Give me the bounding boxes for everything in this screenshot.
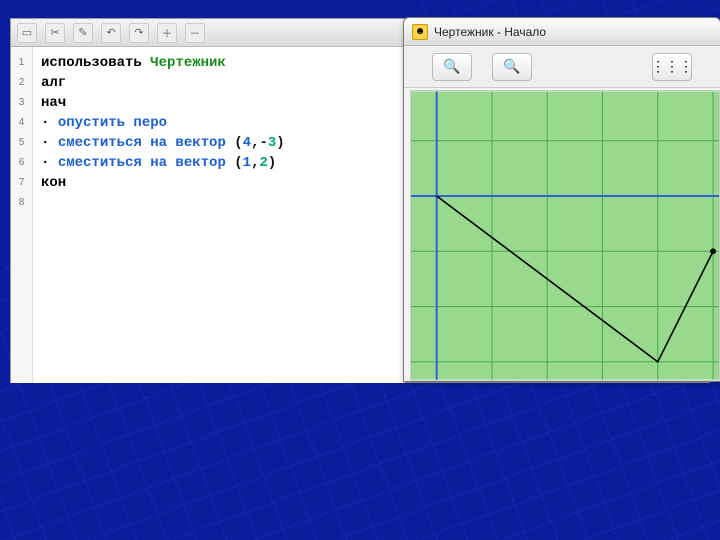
titlebar[interactable]: ☻ Чертежник - Начало xyxy=(404,18,720,46)
code-token: ( xyxy=(234,135,242,151)
code-token: Чертежник xyxy=(150,55,226,71)
code-token: ( xyxy=(234,155,242,171)
grid-dots-icon: ⋮⋮⋮ xyxy=(651,58,693,75)
code-token: опустить перо xyxy=(58,115,167,131)
code-token: кон xyxy=(41,175,66,191)
code-line[interactable]: · сместиться на вектор (1,2) xyxy=(41,153,397,173)
code-token: сместиться на вектор xyxy=(58,135,234,151)
code-line[interactable]: · сместиться на вектор (4,-3) xyxy=(41,133,397,153)
code-token: сместиться на вектор xyxy=(58,155,234,171)
code-line[interactable] xyxy=(41,193,397,213)
line-number: 7 xyxy=(11,173,32,193)
drawing-grid xyxy=(411,91,719,380)
code-line[interactable]: нач xyxy=(41,93,397,113)
code-token: ,- xyxy=(251,135,268,151)
line-gutter: 12345678 xyxy=(11,47,33,383)
line-number: 8 xyxy=(11,193,32,213)
cut-icon[interactable]: ✂ xyxy=(45,23,65,43)
code-token: ) xyxy=(268,155,276,171)
undo-icon[interactable]: ↶ xyxy=(101,23,121,43)
window-title: Чертежник - Начало xyxy=(434,25,546,39)
code-token: 4 xyxy=(243,135,251,151)
code-token: · xyxy=(41,135,58,151)
zoomin-icon[interactable]: ＋ xyxy=(157,23,177,43)
code-token: ) xyxy=(276,135,284,151)
canvas[interactable] xyxy=(410,90,720,381)
line-number: 4 xyxy=(11,113,32,133)
line-number: 5 xyxy=(11,133,32,153)
code-token: · xyxy=(41,155,58,171)
code-line[interactable]: · опустить перо xyxy=(41,113,397,133)
code-line[interactable]: использовать Чертежник xyxy=(41,53,397,73)
code-area[interactable]: использовать Чертежник алг нач · опустить п… xyxy=(33,47,405,383)
zoom-in-button[interactable]: 🔍 xyxy=(432,53,472,81)
code-token: использовать xyxy=(41,55,150,71)
grid-button[interactable]: ⋮⋮⋮ xyxy=(652,53,692,81)
redo-icon[interactable]: ↷ xyxy=(129,23,149,43)
code-editor[interactable]: 12345678 использовать Чертежникалгнач· о… xyxy=(11,47,406,383)
new-icon[interactable]: ▭ xyxy=(17,23,37,43)
code-line[interactable]: алг xyxy=(41,73,397,93)
line-number: 2 xyxy=(11,73,32,93)
zoom-out-button[interactable]: 🔍 xyxy=(492,53,532,81)
line-number: 6 xyxy=(11,153,32,173)
magnifier-minus-icon: 🔍 xyxy=(503,58,520,75)
code-token: 2 xyxy=(259,155,267,171)
drafter-toolbar: 🔍 🔍 ⋮⋮⋮ xyxy=(404,46,720,88)
code-token: 1 xyxy=(243,155,251,171)
magnifier-plus-icon: 🔍 xyxy=(443,58,460,75)
drafter-window: ☻ Чертежник - Начало 🔍 🔍 ⋮⋮⋮ xyxy=(403,17,720,382)
zoomout-icon[interactable]: － xyxy=(185,23,205,43)
line-number: 3 xyxy=(11,93,32,113)
code-token: · xyxy=(41,115,58,131)
wand-icon[interactable]: ✎ xyxy=(73,23,93,43)
line-number: 1 xyxy=(11,53,32,73)
code-token: алг xyxy=(41,75,66,91)
code-line[interactable]: кон xyxy=(41,173,397,193)
code-token: нач xyxy=(41,95,66,111)
app-icon: ☻ xyxy=(412,24,428,40)
